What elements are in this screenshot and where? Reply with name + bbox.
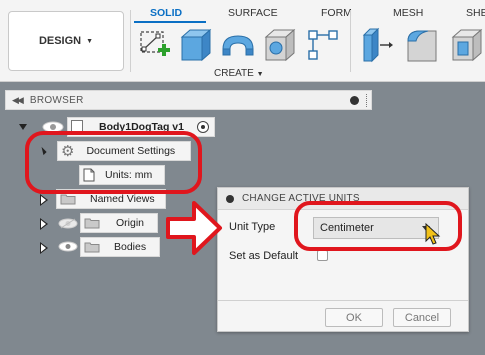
mouse-cursor-icon xyxy=(425,222,441,245)
annotation-arrow-icon xyxy=(166,201,222,255)
annotation-overlay xyxy=(166,201,441,255)
